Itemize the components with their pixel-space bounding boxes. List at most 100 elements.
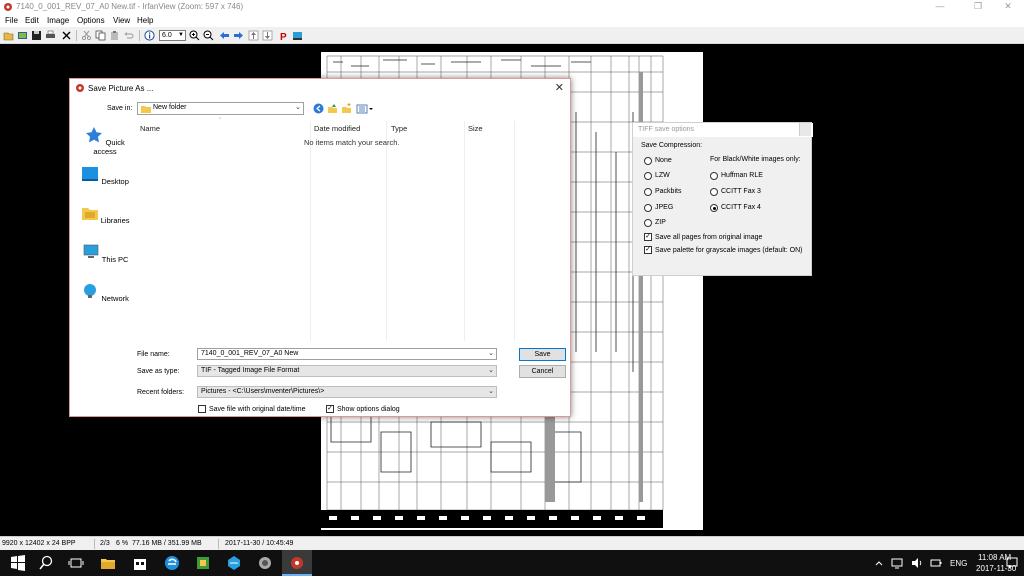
up-folder-icon[interactable] xyxy=(327,103,338,114)
menu-view[interactable]: View xyxy=(113,16,130,25)
menu-edit[interactable]: Edit xyxy=(25,16,39,25)
radio-jpeg[interactable] xyxy=(644,204,652,212)
open-icon[interactable] xyxy=(3,30,14,41)
radio-lzw[interactable] xyxy=(644,172,652,180)
show-options-checkbox[interactable]: ✓ xyxy=(326,405,334,413)
close-window-button[interactable]: ✕ xyxy=(992,0,1024,14)
view-menu-icon[interactable] xyxy=(356,103,373,114)
back-icon[interactable] xyxy=(313,103,324,114)
app-icon[interactable] xyxy=(257,555,273,571)
slideshow-icon[interactable] xyxy=(17,30,28,41)
save-palette-checkbox[interactable]: ✓ xyxy=(644,246,652,254)
bw-label: For Black/White images only: xyxy=(710,156,801,163)
zoom-out-icon[interactable] xyxy=(203,30,214,41)
tiff-options-title: TIFF save options xyxy=(633,123,813,137)
menu-file[interactable]: File xyxy=(5,16,18,25)
column-size[interactable]: Size xyxy=(468,124,483,133)
copy-icon[interactable] xyxy=(95,30,106,41)
battery-icon[interactable] xyxy=(930,557,942,569)
place-label: Desktop xyxy=(101,177,129,186)
volume-icon[interactable] xyxy=(911,557,923,569)
save-button[interactable]: Save xyxy=(519,348,566,361)
edge-browser-icon[interactable] xyxy=(164,555,180,571)
restore-button[interactable]: ❐ xyxy=(962,0,994,14)
place-label: Network xyxy=(101,294,129,303)
windows-start-icon[interactable] xyxy=(10,555,26,571)
radio-label: Huffman RLE xyxy=(721,172,763,179)
radio-packbits[interactable] xyxy=(644,188,652,196)
save-palette-label: Save palette for grayscale images (defau… xyxy=(655,247,803,254)
save-as-type-select[interactable]: TIF - Tagged Image File Format ⌄ xyxy=(197,365,497,377)
title-bar: 7140_0_001_REV_07_A0 New.tif - IrfanView… xyxy=(0,0,1024,14)
radio-none[interactable] xyxy=(644,157,652,165)
place-desktop[interactable]: Desktop xyxy=(73,166,137,186)
computer-icon xyxy=(83,244,98,258)
recent-folders-select[interactable]: Pictures - <C:\Users\mventer\Pictures\> … xyxy=(197,386,497,398)
taskbar: ENG 11:08 AM 2017-11-30 xyxy=(0,550,1024,576)
status-datetime: 2017-11-30 / 10:45:49 xyxy=(225,540,294,547)
save-icon[interactable] xyxy=(31,30,42,41)
column-name[interactable]: Name xyxy=(140,124,160,133)
chevron-up-icon[interactable] xyxy=(875,559,883,567)
column-divider xyxy=(464,121,465,341)
file-list[interactable]: Name ˆ Date modified Type Size No items … xyxy=(137,118,568,341)
delete-icon[interactable] xyxy=(61,30,72,41)
app-icon[interactable] xyxy=(195,555,211,571)
paste-icon[interactable] xyxy=(109,30,120,41)
save-as-type-label: Save as type: xyxy=(137,368,180,375)
next-file-icon[interactable] xyxy=(233,30,244,41)
file-explorer-icon[interactable] xyxy=(100,555,116,571)
place-network[interactable]: Network xyxy=(73,283,137,303)
new-folder-icon[interactable] xyxy=(341,103,352,114)
save-all-pages-checkbox[interactable]: ✓ xyxy=(644,233,652,241)
radio-huffman-rle[interactable] xyxy=(710,172,718,180)
paint-icon[interactable]: P xyxy=(278,30,289,41)
next-page-icon[interactable] xyxy=(262,30,273,41)
radio-zip[interactable] xyxy=(644,219,652,227)
undo-icon[interactable] xyxy=(123,30,134,41)
cut-icon[interactable] xyxy=(81,30,92,41)
file-name-input[interactable]: 7140_0_001_REV_07_A0 New ⌄ xyxy=(197,348,497,360)
notifications-icon[interactable] xyxy=(1006,557,1018,569)
irfanview-taskbar-button[interactable] xyxy=(282,550,312,576)
menu-image[interactable]: Image xyxy=(47,16,69,25)
info-icon[interactable] xyxy=(144,30,155,41)
previous-page-icon[interactable] xyxy=(248,30,259,41)
language-indicator[interactable]: ENG xyxy=(950,559,967,568)
keep-date-checkbox[interactable] xyxy=(198,405,206,413)
print-icon[interactable] xyxy=(45,30,56,41)
zoom-level-select[interactable]: 6.0 ▼ xyxy=(159,30,186,41)
menu-help[interactable]: Help xyxy=(137,16,153,25)
task-view-icon[interactable] xyxy=(68,555,84,571)
cancel-button[interactable]: Cancel xyxy=(519,365,566,378)
previous-file-icon[interactable] xyxy=(219,30,230,41)
network-status-icon[interactable] xyxy=(891,557,903,569)
menu-options[interactable]: Options xyxy=(77,16,105,25)
store-icon[interactable] xyxy=(132,555,148,571)
place-this-pc[interactable]: This PC xyxy=(73,244,137,264)
column-type[interactable]: Type xyxy=(391,124,407,133)
place-libraries[interactable]: Libraries xyxy=(73,205,137,225)
close-icon[interactable] xyxy=(799,123,811,136)
sort-chevron-icon: ˆ xyxy=(219,118,222,125)
toolbar-separator xyxy=(139,30,140,41)
chevron-down-icon: ▼ xyxy=(178,32,184,38)
radio-ccitt-fax-3[interactable] xyxy=(710,188,718,196)
minimize-button[interactable]: — xyxy=(924,0,956,14)
place-quick-access[interactable]: Quick access xyxy=(73,127,137,156)
save-as-type-value: TIF - Tagged Image File Format xyxy=(201,367,300,374)
column-date-modified[interactable]: Date modified xyxy=(314,124,360,133)
close-icon[interactable]: ✕ xyxy=(555,81,564,94)
radio-label: LZW xyxy=(655,172,670,179)
irfanview-icon xyxy=(4,3,12,11)
save-in-select[interactable]: New folder ⌄ xyxy=(137,102,304,115)
save-in-label: Save in: xyxy=(107,105,133,112)
zoom-in-icon[interactable] xyxy=(189,30,200,41)
chevron-down-icon[interactable]: ⌄ xyxy=(488,349,494,359)
search-icon[interactable] xyxy=(38,555,54,571)
radio-ccitt-fax-4[interactable] xyxy=(710,204,718,212)
app-icon[interactable] xyxy=(226,555,242,571)
status-page: 2/3 xyxy=(100,540,110,547)
save-picture-dialog: Save Picture As ... ✕ Save in: New folde… xyxy=(69,78,571,417)
scan-icon[interactable] xyxy=(292,30,303,41)
